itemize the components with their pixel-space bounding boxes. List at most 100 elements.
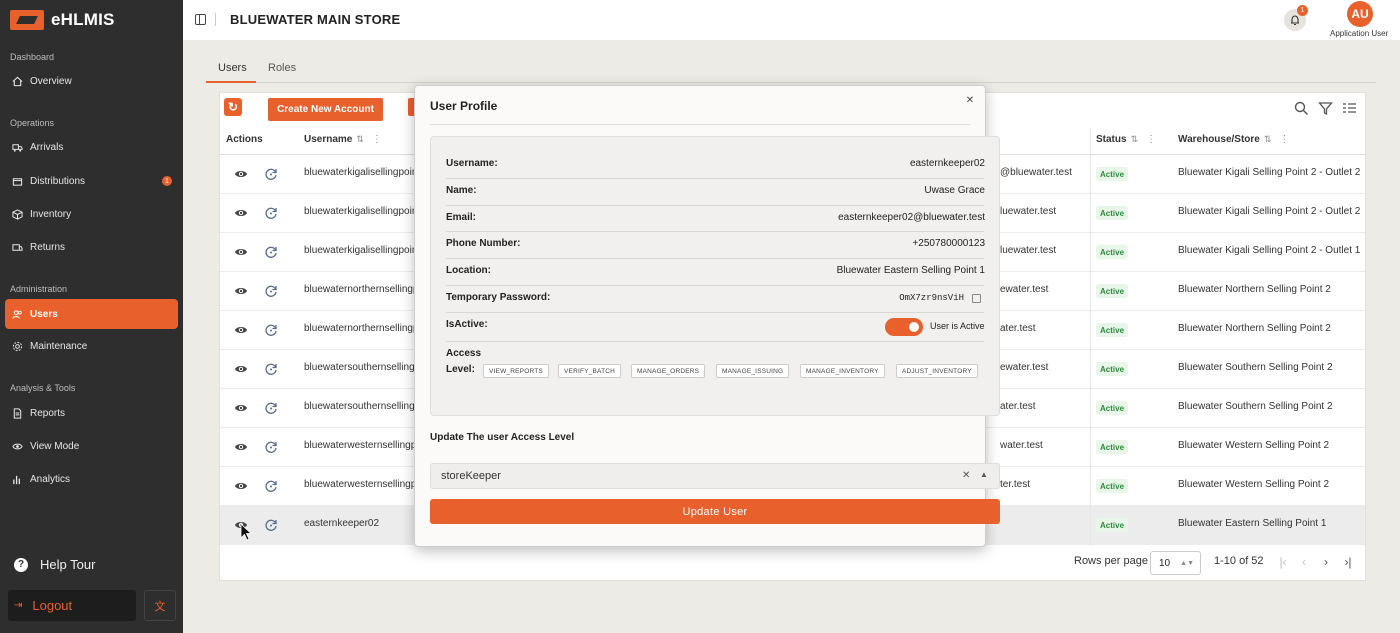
prev-page-icon[interactable]: ‹ — [1297, 555, 1311, 569]
column-header-actions: Actions — [226, 134, 263, 145]
email-cell: @bluewater.test — [1000, 167, 1072, 178]
sidebar-item-label: Inventory — [30, 208, 72, 220]
field-divider — [446, 312, 984, 313]
avatar[interactable]: AU — [1347, 1, 1373, 27]
view-icon[interactable] — [234, 167, 248, 181]
app-name: eHLMIS — [51, 10, 115, 29]
email-label: Email: — [446, 212, 477, 223]
status-badge: Active — [1096, 284, 1129, 298]
create-account-button[interactable]: Create New Account — [268, 98, 383, 121]
view-icon[interactable] — [234, 401, 248, 415]
columns-icon[interactable] — [1341, 100, 1357, 116]
permission-chip: MANAGE_INVENTORY — [800, 364, 885, 378]
logout-button[interactable]: ⇥ Logout — [8, 590, 136, 621]
email-cell: ater.test — [1000, 401, 1036, 412]
email-cell: ewater.test — [1000, 284, 1049, 295]
email-cell: luewater.test — [1000, 206, 1057, 217]
tab-users[interactable]: Users — [218, 62, 247, 74]
column-header-username[interactable]: Username ⇅ ⋮ — [304, 134, 382, 145]
reset-password-icon[interactable] — [264, 518, 278, 532]
sidebar-item-reports[interactable]: Reports — [5, 398, 178, 428]
status-badge: Active — [1096, 206, 1129, 220]
view-icon[interactable] — [234, 245, 248, 259]
last-page-icon[interactable]: ›| — [1341, 555, 1355, 569]
sidebar-item-overview[interactable]: Overview — [5, 66, 178, 96]
next-page-icon[interactable]: › — [1319, 555, 1333, 569]
reset-password-icon[interactable] — [264, 245, 278, 259]
reset-password-icon[interactable] — [264, 284, 278, 298]
sidebar-toggle-icon[interactable] — [195, 14, 206, 25]
section-operations: Operations — [10, 118, 55, 128]
reset-password-icon[interactable] — [264, 479, 278, 493]
column-header-status[interactable]: Status ⇅ ⋮ — [1096, 134, 1156, 145]
reset-password-icon[interactable] — [264, 440, 278, 454]
permission-chip: VIEW_REPORTS — [483, 364, 549, 378]
sidebar-item-inventory[interactable]: Inventory — [5, 199, 178, 229]
sidebar-item-analytics[interactable]: Analytics — [5, 464, 178, 494]
view-icon[interactable] — [234, 323, 248, 337]
column-menu-icon[interactable]: ⋮ — [1279, 134, 1289, 145]
chevron-updown-icon[interactable]: ▲︎ — [980, 470, 988, 479]
rows-per-page-select[interactable]: 10 ▲▼ — [1150, 551, 1201, 575]
sort-icon[interactable]: ⇅ — [1264, 134, 1272, 145]
role-select[interactable]: storeKeeper — [430, 463, 1000, 489]
reset-password-icon[interactable] — [264, 206, 278, 220]
reset-password-icon[interactable] — [264, 323, 278, 337]
filter-icon[interactable] — [1317, 100, 1333, 116]
view-icon[interactable] — [234, 284, 248, 298]
sidebar-item-maintenance[interactable]: Maintenance — [5, 331, 178, 361]
refresh-icon[interactable]: ↻ — [224, 98, 242, 116]
copy-icon[interactable] — [972, 294, 981, 303]
sidebar-item-label: Distributions — [30, 175, 86, 187]
sidebar: eHLMIS Dashboard Overview Operations Arr… — [0, 0, 183, 633]
field-divider — [446, 205, 984, 206]
reset-password-icon[interactable] — [264, 401, 278, 415]
email-cell: ter.test — [1000, 479, 1031, 490]
column-menu-icon[interactable]: ⋮ — [372, 134, 382, 145]
sidebar-item-distributions[interactable]: Distributions 1 — [5, 166, 178, 196]
access-label: Access — [446, 348, 482, 359]
column-header-warehouse[interactable]: Warehouse/Store ⇅ ⋮ — [1178, 134, 1289, 145]
section-analysis: Analysis & Tools — [10, 383, 76, 393]
section-dashboard: Dashboard — [10, 52, 55, 62]
sort-icon[interactable]: ⇅ — [356, 134, 364, 145]
view-icon[interactable] — [234, 206, 248, 220]
status-badge: Active — [1096, 362, 1129, 376]
warehouse-cell: Bluewater Southern Selling Point 2 — [1178, 401, 1333, 412]
phone-label: Phone Number: — [446, 238, 521, 249]
reset-password-icon[interactable] — [264, 362, 278, 376]
sidebar-item-label: Users — [30, 308, 58, 320]
sidebar-item-users[interactable]: Users — [5, 299, 178, 329]
reset-password-icon[interactable] — [264, 167, 278, 181]
view-icon[interactable] — [234, 362, 248, 376]
close-icon[interactable]: ✕ — [964, 94, 976, 106]
column-header-label: Actions — [226, 134, 263, 145]
rows-per-page-label: Rows per page — [1074, 555, 1148, 567]
is-active-text: User is Active — [930, 321, 985, 331]
is-active-label: IsActive: — [446, 319, 488, 330]
sort-icon[interactable]: ⇅ — [1131, 134, 1139, 145]
first-page-icon[interactable]: |‹ — [1276, 555, 1290, 569]
tab-divider — [206, 82, 1376, 83]
access-level-label: Level: — [446, 364, 475, 375]
clear-icon[interactable]: ✕ — [962, 470, 970, 481]
name-label: Name: — [446, 185, 477, 196]
translate-icon[interactable]: 文 — [144, 590, 176, 621]
header-divider — [215, 13, 216, 26]
update-user-button[interactable]: Update User — [430, 499, 1000, 524]
username-cell: bluewaterkigalisellingpoint — [304, 245, 421, 256]
view-icon[interactable] — [234, 440, 248, 454]
username-cell: easternkeeper02 — [304, 518, 380, 529]
help-tour-button[interactable]: ? Help Tour — [14, 557, 95, 572]
sidebar-item-view-mode[interactable]: View Mode — [5, 431, 178, 461]
view-icon[interactable] — [234, 479, 248, 493]
tab-roles[interactable]: Roles — [268, 62, 296, 74]
warehouse-cell: Bluewater Western Selling Point 2 — [1178, 479, 1330, 490]
search-icon[interactable] — [1293, 100, 1309, 116]
sidebar-item-arrivals[interactable]: Arrivals — [5, 132, 178, 162]
is-active-toggle[interactable] — [885, 318, 923, 336]
sidebar-item-returns[interactable]: Returns — [5, 232, 178, 262]
username-cell: bluewatersouthernsellingp — [304, 401, 421, 412]
column-menu-icon[interactable]: ⋮ — [1146, 134, 1156, 145]
top-header: BLUEWATER MAIN STORE 1 AU Application Us… — [183, 0, 1400, 40]
